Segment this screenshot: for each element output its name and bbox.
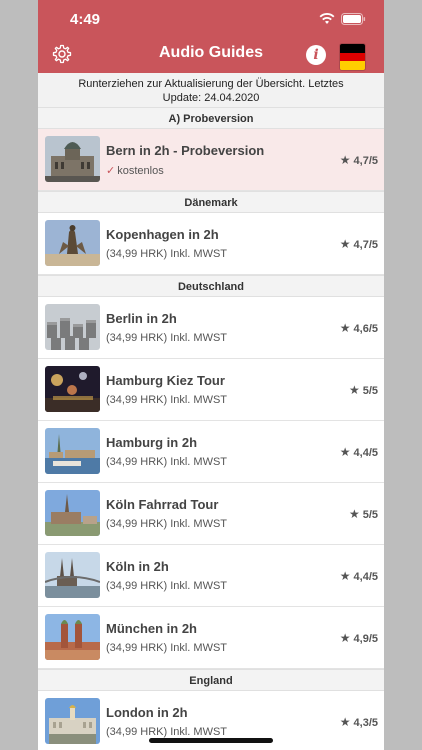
list-item[interactable]: Köln in 2h (34,99 HRK) Inkl. MWST ★ 4,4/5	[38, 545, 384, 607]
top-bar: 4:49 Audio Guides i	[38, 0, 384, 73]
update-notice-line1: Runterziehen zur Aktualisierung der Über…	[78, 78, 344, 90]
price-label: kostenlos	[117, 165, 164, 177]
guide-price: (34,99 HRK) Inkl. MWST	[106, 518, 228, 530]
guide-rating: ★ 5/5	[349, 383, 378, 397]
hamburg-kiez-thumbnail	[45, 366, 100, 412]
star-icon: ★	[339, 631, 351, 645]
star-icon: ★	[339, 237, 351, 251]
list-item[interactable]: Hamburg Kiez Tour (34,99 HRK) Inkl. MWST…	[38, 359, 384, 421]
section-header: England	[38, 669, 384, 691]
guide-title: Hamburg Kiez Tour	[106, 373, 225, 388]
guide-price: (34,99 HRK) Inkl. MWST	[106, 456, 228, 468]
muenchen-thumbnail	[45, 614, 100, 660]
list-item[interactable]: Hamburg in 2h (34,99 HRK) Inkl. MWST ★ 4,…	[38, 421, 384, 483]
guide-rating: ★ 4,7/5	[340, 237, 378, 251]
guide-title: Hamburg in 2h	[106, 435, 198, 450]
rating-value: 4,4/5	[353, 571, 378, 583]
guide-rating: ★ 4,4/5	[340, 569, 378, 583]
berlin-thumbnail	[45, 304, 100, 350]
london-thumbnail	[45, 698, 100, 744]
guide-rating: ★ 4,9/5	[340, 631, 378, 645]
wifi-icon	[319, 13, 335, 25]
list-item[interactable]: Kopenhagen in 2h (34,99 HRK) Inkl. MWST …	[38, 213, 384, 275]
guide-rating: ★ 5/5	[349, 507, 378, 521]
section-header: Deutschland	[38, 275, 384, 297]
hamburg-thumbnail	[45, 428, 100, 474]
status-time: 4:49	[70, 11, 101, 28]
guide-title: Bern in 2h - Probeversion	[106, 143, 265, 158]
page-title: Audio Guides	[159, 44, 263, 61]
status-icons	[319, 13, 366, 25]
guide-title: Köln in 2h	[106, 559, 169, 574]
rating-value: 5/5	[362, 509, 378, 521]
guide-title: Kopenhagen in 2h	[106, 227, 219, 242]
list-item[interactable]: München in 2h (34,99 HRK) Inkl. MWST ★ 4,…	[38, 607, 384, 669]
language-flag-germany-button[interactable]	[339, 43, 366, 71]
section-header: Dänemark	[38, 191, 384, 213]
guide-title: Berlin in 2h	[106, 311, 177, 326]
guide-price: (34,99 HRK) Inkl. MWST	[106, 580, 228, 592]
kopenhagen-thumbnail	[45, 220, 100, 266]
koeln-fahrrad-thumbnail	[45, 490, 100, 536]
guide-rating: ★ 4,7/5	[340, 153, 378, 167]
star-icon: ★	[339, 569, 351, 583]
guide-price: (34,99 HRK) Inkl. MWST	[106, 332, 228, 344]
update-notice-line2: Update: 24.04.2020	[162, 92, 260, 104]
rating-value: 4,7/5	[353, 155, 378, 167]
rating-value: 4,4/5	[353, 447, 378, 459]
star-icon: ★	[339, 445, 351, 459]
guide-rating: ★ 4,6/5	[340, 321, 378, 335]
guide-rating: ★ 4,3/5	[340, 715, 378, 729]
checkmark-icon: ✓	[106, 165, 116, 177]
guide-price: (34,99 HRK) Inkl. MWST	[106, 248, 228, 260]
star-icon: ★	[339, 715, 351, 729]
guide-price: (34,99 HRK) Inkl. MWST	[106, 642, 228, 654]
update-notice: Runterziehen zur Aktualisierung der Über…	[38, 73, 384, 107]
koeln-thumbnail	[45, 552, 100, 598]
info-button[interactable]: i	[306, 45, 326, 65]
home-indicator[interactable]	[149, 738, 273, 743]
app-screen: 4:49 Audio Guides i Runterziehen zur Akt…	[38, 0, 384, 750]
guide-list[interactable]: A) Probeversion Bern in 2h - Probeversio…	[38, 107, 384, 750]
star-icon: ★	[339, 321, 351, 335]
guide-title: Köln Fahrrad Tour	[106, 497, 219, 512]
rating-value: 5/5	[362, 385, 378, 397]
rating-value: 4,7/5	[353, 239, 378, 251]
rating-value: 4,9/5	[353, 633, 378, 645]
battery-icon	[341, 13, 366, 25]
list-item[interactable]: Bern in 2h - Probeversion ✓ kostenlos ★ 4,…	[38, 129, 384, 191]
star-icon: ★	[339, 153, 351, 167]
guide-title: London in 2h	[106, 705, 188, 720]
section-header: A) Probeversion	[38, 107, 384, 129]
rating-value: 4,6/5	[353, 323, 378, 335]
star-icon: ★	[348, 383, 360, 397]
star-icon: ★	[348, 507, 360, 521]
guide-price: (34,99 HRK) Inkl. MWST	[106, 726, 228, 738]
bern-thumbnail	[45, 136, 100, 182]
guide-rating: ★ 4,4/5	[340, 445, 378, 459]
list-item[interactable]: Berlin in 2h (34,99 HRK) Inkl. MWST ★ 4,6…	[38, 297, 384, 359]
guide-price: ✓ kostenlos	[106, 164, 164, 177]
rating-value: 4,3/5	[353, 717, 378, 729]
list-item[interactable]: Köln Fahrrad Tour (34,99 HRK) Inkl. MWST…	[38, 483, 384, 545]
guide-price: (34,99 HRK) Inkl. MWST	[106, 394, 228, 406]
guide-title: München in 2h	[106, 621, 197, 636]
